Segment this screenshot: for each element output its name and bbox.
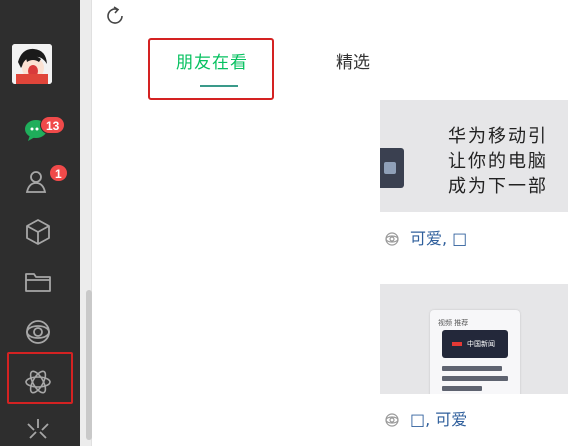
top-stories-highlight-box <box>7 352 73 404</box>
video-thumbnail: 视频 推荐 中国新闻 <box>430 310 520 394</box>
tab-featured[interactable]: 精选 <box>336 51 370 75</box>
mini-programs-icon[interactable] <box>22 416 54 446</box>
video-friends-meta[interactable]: □, 可爱 <box>384 409 467 431</box>
thumbnail-line <box>442 386 482 391</box>
moments-small-icon <box>384 231 400 247</box>
tab-highlight-box <box>148 38 274 100</box>
video-card[interactable]: 视频 推荐 中国新闻 <box>380 284 568 394</box>
moments-icon[interactable] <box>22 316 54 348</box>
files-icon[interactable] <box>22 266 54 298</box>
avatar[interactable] <box>12 44 52 84</box>
preview-line: 成为下一部 <box>448 176 548 197</box>
thumbnail-screen: 中国新闻 <box>442 330 508 358</box>
meta-text: □, 可爱 <box>410 410 468 429</box>
favorites-icon[interactable] <box>22 216 54 248</box>
thumbnail-header: 视频 推荐 <box>438 319 469 327</box>
moments-small-icon <box>384 412 400 428</box>
preview-line: 让你的电脑 <box>448 151 548 172</box>
refresh-icon[interactable] <box>104 5 126 27</box>
sidebar: 13 1 <box>0 0 80 446</box>
article-friends-meta[interactable]: 可爱, □ <box>384 228 467 250</box>
article-thumbnail <box>380 148 404 188</box>
contacts-badge: 1 <box>49 164 68 182</box>
article-preview-text: 华为移动引 让你的电脑 成为下一部 <box>448 124 548 199</box>
thumbnail-line <box>442 376 508 381</box>
chat-unread-badge: 13 <box>40 116 66 134</box>
article-card[interactable]: 华为移动引 让你的电脑 成为下一部 <box>380 100 568 212</box>
preview-line: 华为移动引 <box>448 126 548 147</box>
thumbnail-red-mark <box>452 342 462 346</box>
meta-text: 可爱, □ <box>410 229 468 248</box>
sidebar-scrollbar[interactable] <box>86 290 92 440</box>
thumbnail-line <box>442 366 502 371</box>
avatar-image <box>12 44 52 84</box>
thumbnail-screen-text: 中国新闻 <box>467 340 495 348</box>
